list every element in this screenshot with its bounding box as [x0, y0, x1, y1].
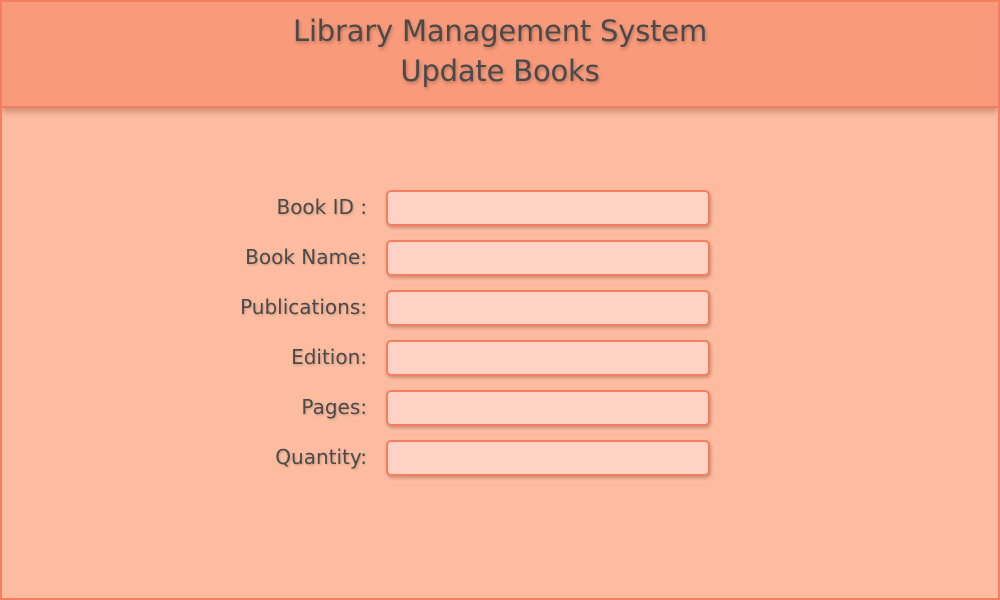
form-row-book-name: Book Name:	[2, 240, 998, 290]
pages-input[interactable]	[386, 390, 710, 426]
book-id-input[interactable]	[386, 190, 710, 226]
quantity-label: Quantity:	[275, 445, 367, 469]
update-book-form: Book ID : Book Name: Publications: Editi…	[2, 190, 998, 490]
quantity-input[interactable]	[386, 440, 710, 476]
edition-label: Edition:	[291, 345, 367, 369]
app-title: Library Management System	[292, 14, 707, 48]
form-row-edition: Edition:	[2, 340, 998, 390]
publications-label: Publications:	[240, 295, 367, 319]
header-bar: Library Management System Update Books	[2, 2, 998, 108]
form-row-pages: Pages:	[2, 390, 998, 440]
form-row-book-id: Book ID :	[2, 190, 998, 240]
book-name-input[interactable]	[386, 240, 710, 276]
app-window: Library Management System Update Books B…	[0, 0, 1000, 600]
page-title: Update Books	[400, 54, 600, 88]
book-name-label: Book Name:	[245, 245, 367, 269]
edition-input[interactable]	[386, 340, 710, 376]
publications-input[interactable]	[386, 290, 710, 326]
book-id-label: Book ID :	[276, 195, 367, 219]
form-row-publications: Publications:	[2, 290, 998, 340]
pages-label: Pages:	[301, 395, 367, 419]
form-row-quantity: Quantity:	[2, 440, 998, 490]
